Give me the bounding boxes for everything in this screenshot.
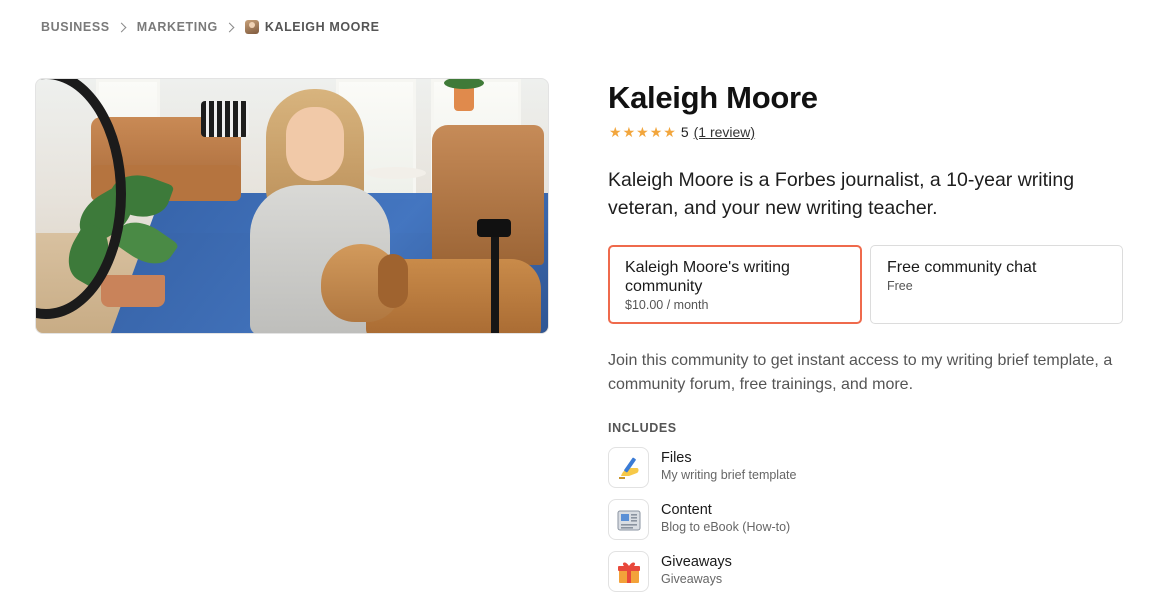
chevron-right-icon	[116, 22, 127, 32]
avatar	[244, 20, 259, 34]
breadcrumb-current: KALEIGH MOORE	[244, 20, 380, 34]
chevron-right-icon	[224, 22, 235, 32]
breadcrumb-current-label: KALEIGH MOORE	[264, 20, 380, 34]
newspaper-icon	[608, 499, 649, 540]
include-title: Files	[661, 450, 692, 466]
includes-heading: INCLUDES	[608, 421, 677, 435]
include-subtitle: Giveaways	[661, 572, 723, 586]
star-icon: ★	[636, 124, 649, 140]
tagline: Kaleigh Moore is a Forbes journalist, a …	[608, 169, 1075, 219]
rating-value: 5	[680, 124, 689, 140]
star-icon: ★	[622, 124, 636, 140]
include-title: Content	[661, 502, 712, 518]
breadcrumb-marketing[interactable]: MARKETING	[137, 20, 218, 34]
include-subtitle: Blog to eBook (How-to)	[661, 520, 791, 534]
plan-description: Join this community to get instant acces…	[608, 352, 1113, 393]
plan-name: Free community chat	[887, 259, 1037, 276]
plan-name: Kaleigh Moore's writing community	[625, 259, 790, 295]
plan-price: Free	[887, 279, 913, 293]
list-item: Content Blog to eBook (How-to)	[608, 499, 790, 540]
reviews-link[interactable]: (1 review)	[694, 124, 755, 140]
breadcrumb-business[interactable]: BUSINESS	[41, 20, 110, 34]
include-title: Giveaways	[661, 554, 732, 570]
plan-option-free-chat[interactable]: Free community chat Free	[870, 245, 1123, 324]
plan-price: $10.00 / month	[625, 298, 709, 312]
list-item: Files My writing brief template	[608, 447, 796, 488]
star-rating: ★ ★ ★ ★ ★	[609, 125, 676, 139]
page-title: Kaleigh Moore	[608, 80, 818, 115]
list-item: Giveaways Giveaways	[608, 551, 732, 592]
include-subtitle: My writing brief template	[661, 468, 797, 482]
breadcrumb: BUSINESS MARKETING KALEIGH MOORE	[41, 19, 380, 35]
star-icon: ★	[649, 124, 663, 140]
plan-option-writing-community[interactable]: Kaleigh Moore's writing community $10.00…	[608, 245, 862, 324]
rating: ★ ★ ★ ★ ★ 5 (1 review)	[609, 124, 755, 140]
gift-icon	[608, 551, 649, 592]
profile-photo	[35, 78, 549, 334]
star-icon: ★	[609, 124, 622, 140]
writing-hand-icon	[608, 447, 649, 488]
star-icon: ★	[663, 124, 676, 140]
